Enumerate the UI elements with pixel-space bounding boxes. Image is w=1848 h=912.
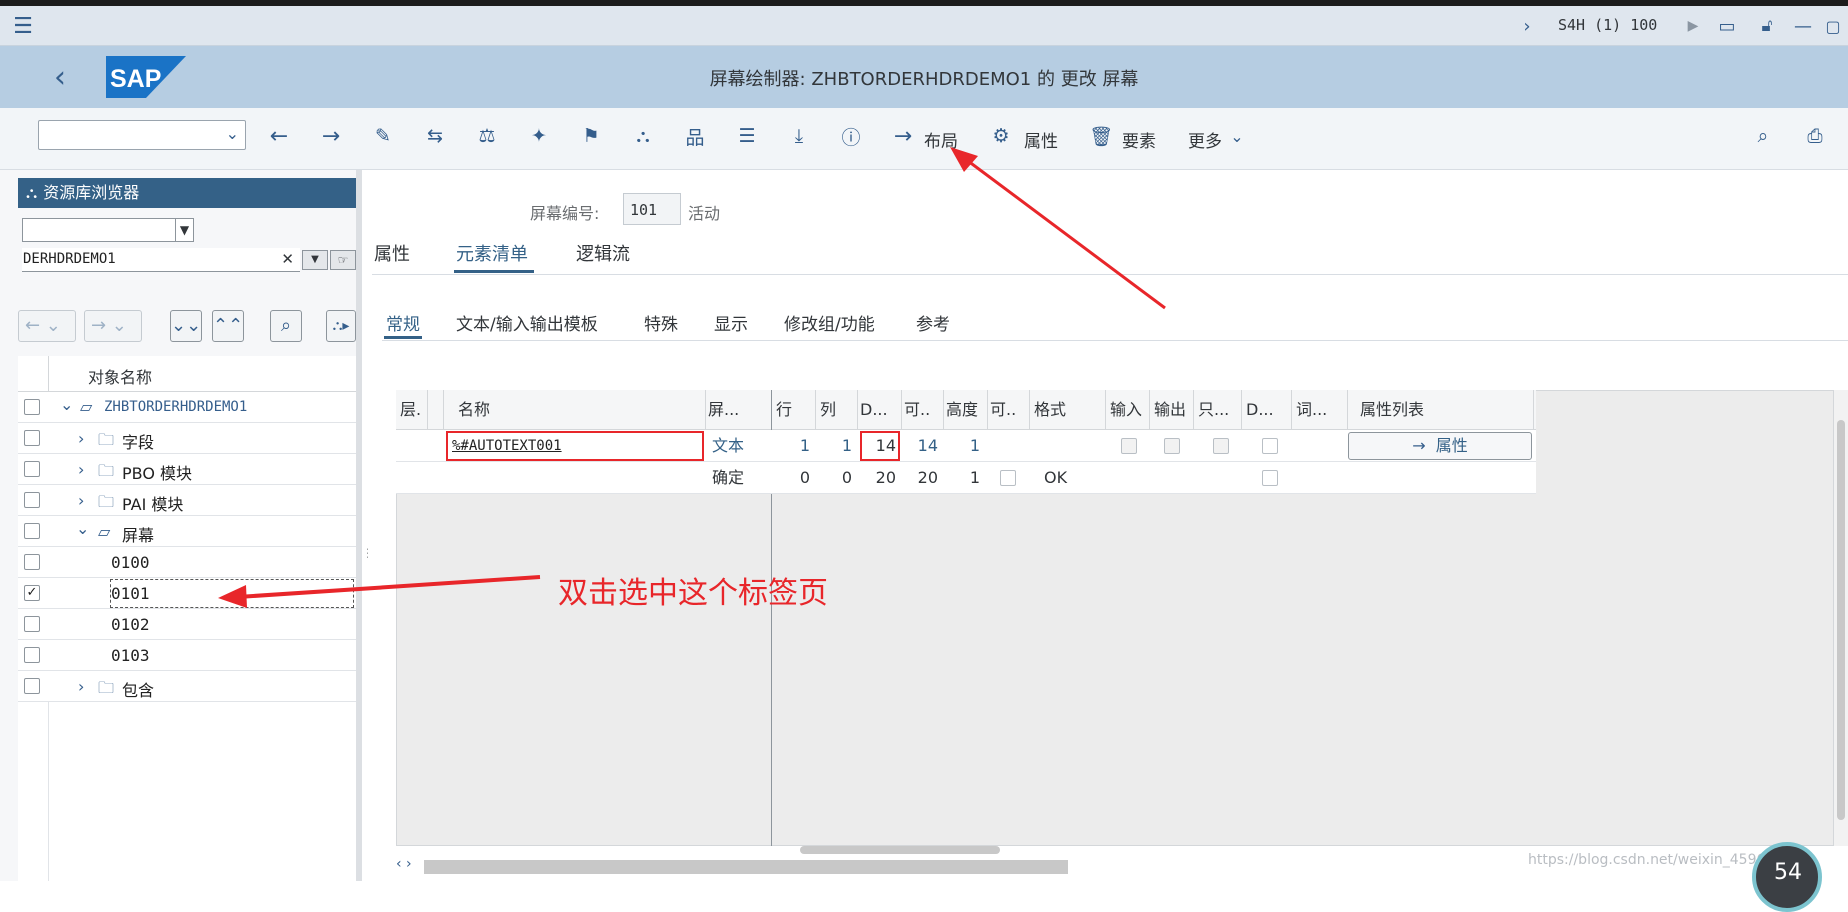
progress-badge-value: 54 (1774, 860, 1802, 885)
annotation-arrow-line (959, 153, 1166, 310)
annotation-arrowhead (950, 147, 978, 172)
annotation-arrow-line (237, 575, 541, 599)
annotation-arrows (218, 147, 1166, 608)
annotation-text: 双击选中这个标签页 (558, 576, 828, 611)
annotation-arrowhead (218, 585, 247, 608)
progress-badge: 54 (1752, 842, 1822, 912)
